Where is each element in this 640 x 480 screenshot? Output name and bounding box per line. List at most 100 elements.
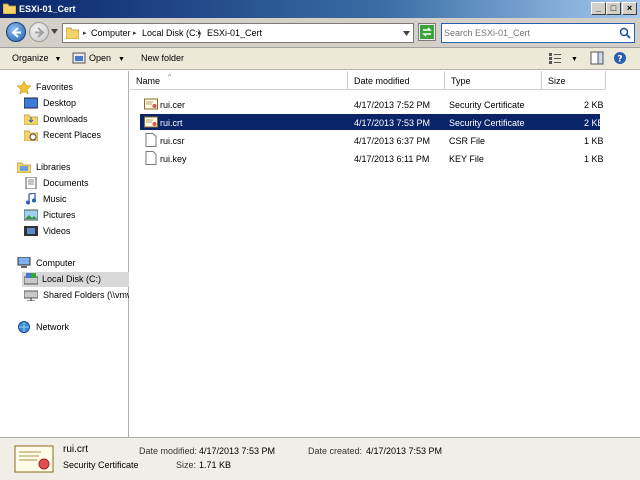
column-label: Size bbox=[548, 76, 566, 86]
breadcrumb-local-disk[interactable]: Local Disk (C:) bbox=[142, 28, 201, 38]
column-label: Name bbox=[136, 76, 161, 86]
details-file-type: Security Certificate bbox=[63, 460, 139, 470]
refresh-icon bbox=[420, 25, 434, 39]
new-folder-button[interactable]: New folder bbox=[141, 53, 184, 63]
new-folder-label: New folder bbox=[141, 53, 185, 63]
forward-button[interactable] bbox=[29, 22, 49, 42]
address-dropdown-icon[interactable] bbox=[403, 31, 410, 36]
nav-label: Computer bbox=[36, 258, 76, 268]
file-type: CSR File bbox=[449, 136, 486, 146]
refresh-button[interactable] bbox=[418, 23, 436, 41]
details-modified-value: 4/17/2013 7:53 PM bbox=[199, 446, 276, 456]
details-size-value: 1.71 KB bbox=[199, 460, 232, 470]
nav-label: Libraries bbox=[36, 162, 71, 172]
search-icon[interactable] bbox=[619, 27, 631, 39]
file-row[interactable]: rui.csr 4/17/2013 6:37 PM CSR File 1 KB bbox=[140, 132, 604, 148]
details-pane: rui.crt Security Certificate Date modifi… bbox=[0, 437, 640, 480]
arrow-right-icon bbox=[35, 27, 45, 38]
certificate-large-icon bbox=[14, 445, 54, 473]
column-label: Type bbox=[451, 76, 471, 86]
sort-ascending-icon: ^ bbox=[168, 74, 172, 81]
file-row[interactable]: rui.key 4/17/2013 6:11 PM KEY File 1 KB bbox=[140, 150, 604, 166]
details-file-name: rui.crt bbox=[63, 444, 88, 455]
details-created-label: Date created: bbox=[308, 446, 363, 456]
file-row-selected[interactable]: rui.crt 4/17/2013 7:53 PM Security Certi… bbox=[140, 114, 604, 130]
column-header-type[interactable]: Type bbox=[445, 71, 542, 90]
back-button[interactable] bbox=[6, 22, 26, 42]
minimize-button[interactable]: _ bbox=[591, 2, 606, 15]
recent-pages-dropdown[interactable] bbox=[51, 29, 58, 34]
nav-label: Documents bbox=[43, 178, 89, 188]
libraries-icon bbox=[17, 162, 31, 173]
recent-places-icon bbox=[24, 130, 38, 141]
nav-label: Downloads bbox=[43, 114, 88, 124]
file-size: 2 KB bbox=[584, 118, 604, 128]
network-icon bbox=[18, 321, 30, 333]
open-dropdown[interactable]: ▼ bbox=[118, 53, 125, 63]
nav-label: Favorites bbox=[36, 82, 74, 92]
address-bar[interactable]: ▸ Computer ▸ Local Disk (C:) ▸ ESXi-01_C… bbox=[62, 23, 414, 43]
nav-label: Network bbox=[36, 322, 70, 332]
breadcrumb-separator-icon[interactable]: ▸ bbox=[133, 29, 137, 37]
videos-icon bbox=[24, 226, 38, 236]
column-label: Date modified bbox=[354, 76, 410, 86]
nav-label: Pictures bbox=[43, 210, 76, 220]
network-drive-icon bbox=[24, 290, 38, 301]
chevron-down-icon: ▼ bbox=[571, 56, 578, 63]
breadcrumb-separator-icon[interactable]: ▸ bbox=[198, 29, 202, 37]
nav-local-disk[interactable]: Local Disk (C:) bbox=[22, 272, 129, 287]
view-options-icon[interactable] bbox=[548, 51, 562, 65]
file-date: 4/17/2013 7:53 PM bbox=[354, 118, 431, 128]
documents-icon bbox=[25, 177, 37, 189]
nav-shared-folders[interactable]: Shared Folders (\\vmw bbox=[24, 288, 129, 303]
desktop-icon bbox=[24, 97, 38, 109]
view-dropdown[interactable]: ▼ bbox=[571, 53, 578, 63]
file-name: rui.cer bbox=[160, 100, 186, 110]
svg-text:?: ? bbox=[617, 55, 622, 65]
computer-icon bbox=[17, 257, 31, 268]
close-button[interactable]: × bbox=[622, 2, 637, 15]
column-header-size[interactable]: Size bbox=[542, 71, 606, 90]
certificate-icon bbox=[144, 116, 158, 128]
file-row[interactable]: rui.cer 4/17/2013 7:52 PM Security Certi… bbox=[140, 96, 604, 112]
nav-label: Local Disk (C:) bbox=[42, 274, 102, 284]
command-bar: Organize ▼ Open ▼ New folder ▼ ? bbox=[0, 48, 640, 70]
title-bar[interactable]: ESXi-01_Cert _ □ × bbox=[0, 0, 640, 18]
help-icon[interactable]: ? bbox=[613, 51, 627, 65]
chevron-down-icon: ▼ bbox=[118, 56, 125, 63]
file-size: 1 KB bbox=[584, 136, 604, 146]
downloads-icon bbox=[24, 114, 38, 125]
open-icon bbox=[72, 52, 86, 64]
details-modified-label: Date modified: bbox=[139, 446, 198, 456]
search-input[interactable] bbox=[444, 26, 614, 40]
open-button[interactable]: Open bbox=[89, 53, 111, 63]
search-box[interactable] bbox=[441, 23, 635, 43]
breadcrumb-computer[interactable]: Computer bbox=[91, 28, 131, 38]
details-size-label: Size: bbox=[176, 460, 197, 470]
breadcrumb-current-folder[interactable]: ESXi-01_Cert bbox=[207, 28, 262, 38]
address-row: ▸ Computer ▸ Local Disk (C:) ▸ ESXi-01_C… bbox=[0, 18, 640, 48]
file-type: KEY File bbox=[449, 154, 484, 164]
preview-pane-icon[interactable] bbox=[590, 51, 604, 65]
details-created-value: 4/17/2013 7:53 PM bbox=[366, 446, 443, 456]
nav-label: Shared Folders (\\vmw bbox=[43, 290, 129, 300]
column-header-name[interactable]: Name ^ bbox=[130, 71, 348, 90]
open-label: Open bbox=[89, 53, 112, 63]
organize-menu[interactable]: Organize ▼ bbox=[12, 53, 61, 63]
window-title: ESXi-01_Cert bbox=[19, 4, 76, 14]
certificate-icon bbox=[144, 98, 158, 110]
arrow-left-icon bbox=[11, 27, 21, 38]
file-type: Security Certificate bbox=[449, 118, 525, 128]
file-size: 1 KB bbox=[584, 154, 604, 164]
column-header-date[interactable]: Date modified bbox=[348, 71, 445, 90]
file-date: 4/17/2013 6:37 PM bbox=[354, 136, 431, 146]
breadcrumb-separator-icon[interactable]: ▸ bbox=[83, 29, 87, 37]
maximize-button[interactable]: □ bbox=[606, 2, 621, 15]
nav-label: Desktop bbox=[43, 98, 77, 108]
pictures-icon bbox=[24, 209, 38, 221]
folder-icon bbox=[3, 3, 16, 14]
navigation-pane: Favorites Desktop Downloads Recent Place… bbox=[0, 71, 129, 437]
file-name: rui.key bbox=[160, 154, 187, 164]
folder-icon bbox=[66, 27, 79, 39]
file-size: 2 KB bbox=[584, 100, 604, 110]
